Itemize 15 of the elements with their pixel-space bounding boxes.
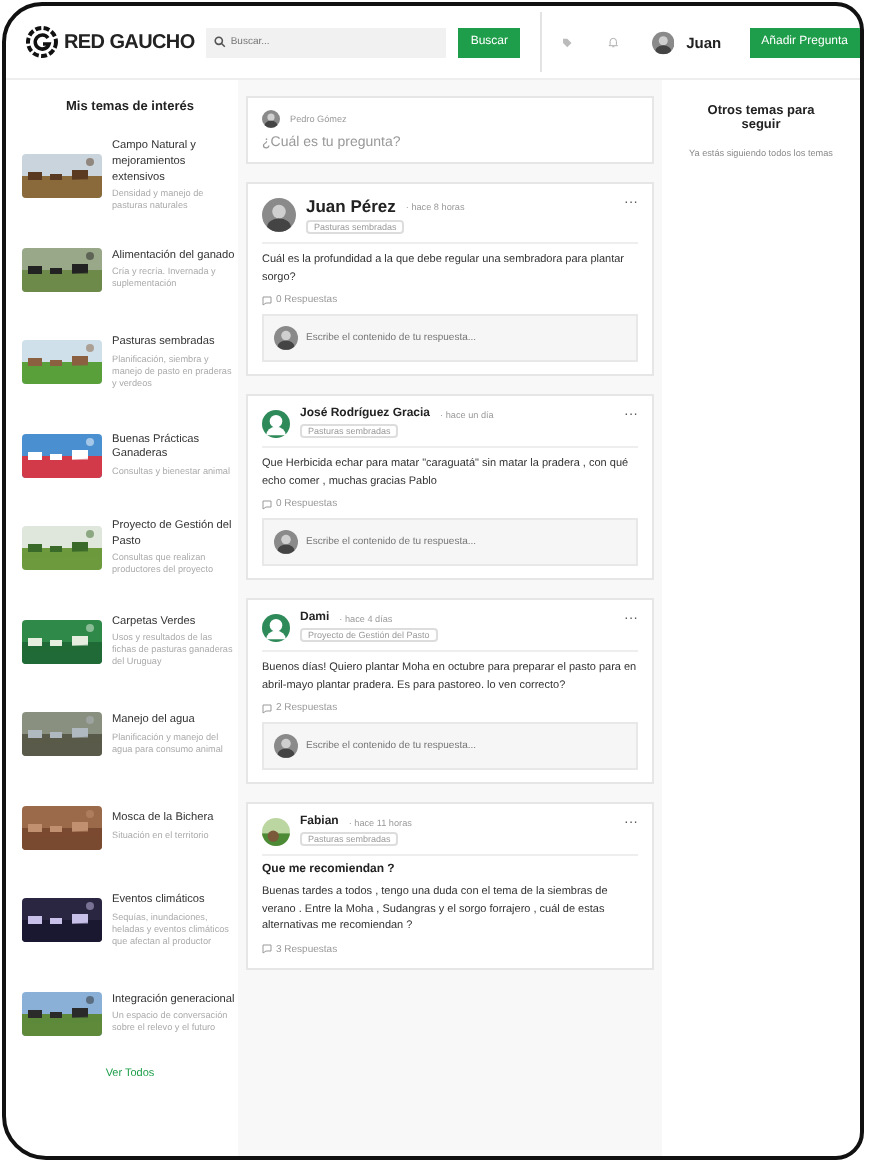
avatar <box>262 110 280 128</box>
comment-icon <box>262 295 272 306</box>
gear-logo-icon <box>26 26 58 58</box>
tag-icon[interactable] <box>561 35 573 49</box>
comment-icon <box>262 499 272 510</box>
avatar <box>274 530 298 555</box>
avatar <box>651 27 675 57</box>
bell-icon[interactable] <box>608 34 619 50</box>
avatar <box>274 326 298 351</box>
author-name[interactable]: Juan Pérez <box>306 196 396 216</box>
avatar <box>274 734 298 759</box>
logo-text: RED GAUCHO <box>64 31 195 53</box>
search-icon <box>214 36 227 48</box>
comment-icon <box>262 703 272 714</box>
comment-icon <box>262 944 272 955</box>
